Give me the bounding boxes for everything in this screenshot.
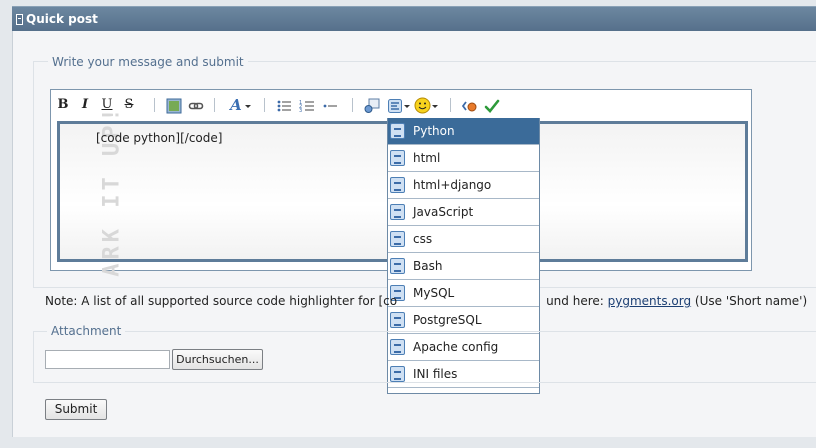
list-item-icon[interactable] <box>322 98 338 114</box>
note-text-start: Note: A list of all supported source cod… <box>45 294 398 308</box>
menu-item-postgresql[interactable]: PostgreSQL <box>388 307 539 334</box>
menu-item-html[interactable]: html <box>388 145 539 172</box>
message-legend: Write your message and submit <box>48 55 248 69</box>
numbered-list-icon[interactable]: 123 <box>299 98 315 114</box>
highlighter-note: Note: A list of all supported source cod… <box>45 294 807 308</box>
quick-post-header: Quick post <box>12 6 816 31</box>
toolbar-divider <box>450 98 451 112</box>
code-icon <box>390 258 405 274</box>
check-icon[interactable] <box>484 98 500 114</box>
toolbar-divider <box>214 98 215 112</box>
svg-text:3: 3 <box>299 108 302 114</box>
chevron-down-icon[interactable] <box>432 105 438 108</box>
browse-button[interactable]: Durchsuchen... <box>172 349 263 370</box>
toolbar-divider <box>154 98 155 112</box>
code-icon <box>390 231 405 247</box>
menu-item-javascript[interactable]: JavaScript <box>388 199 539 226</box>
bulleted-list-icon[interactable] <box>276 98 292 114</box>
message-text: [code python][/code] <box>96 131 223 145</box>
link-icon[interactable] <box>188 98 204 114</box>
chevron-down-icon[interactable] <box>404 105 410 108</box>
smiley-icon[interactable] <box>414 97 431 114</box>
font-style-button[interactable]: A <box>228 96 244 114</box>
note-text-end: und here: <box>546 294 608 308</box>
code-icon <box>390 177 405 193</box>
attachment-legend: Attachment <box>47 324 126 338</box>
code-icon <box>390 150 405 166</box>
toolbar-divider <box>264 98 265 112</box>
chevron-down-icon[interactable] <box>245 105 251 108</box>
code-icon <box>390 123 405 139</box>
image-icon[interactable] <box>166 98 182 114</box>
submit-button[interactable]: Submit <box>45 399 107 420</box>
menu-item-bash[interactable]: Bash <box>388 253 539 280</box>
pygments-link[interactable]: pygments.org <box>608 294 691 308</box>
note-suffix: (Use 'Short name') <box>691 294 808 308</box>
header-title: Quick post <box>26 12 98 26</box>
editor-toolbar: B I U S A 123 <box>52 95 748 117</box>
menu-item-html-django[interactable]: html+django <box>388 172 539 199</box>
code-icon <box>390 312 405 328</box>
menu-item-css[interactable]: css <box>388 226 539 253</box>
bold-button[interactable]: B <box>56 96 70 114</box>
file-path-input[interactable] <box>45 350 170 369</box>
switch-mode-icon[interactable] <box>461 98 478 114</box>
quote-icon[interactable] <box>364 98 380 114</box>
collapse-icon[interactable] <box>16 14 23 25</box>
menu-item-python[interactable]: Python <box>388 118 539 145</box>
code-icon <box>390 204 405 220</box>
toolbar-divider <box>352 98 353 112</box>
code-icon[interactable] <box>387 98 403 114</box>
italic-button[interactable]: I <box>78 96 92 114</box>
